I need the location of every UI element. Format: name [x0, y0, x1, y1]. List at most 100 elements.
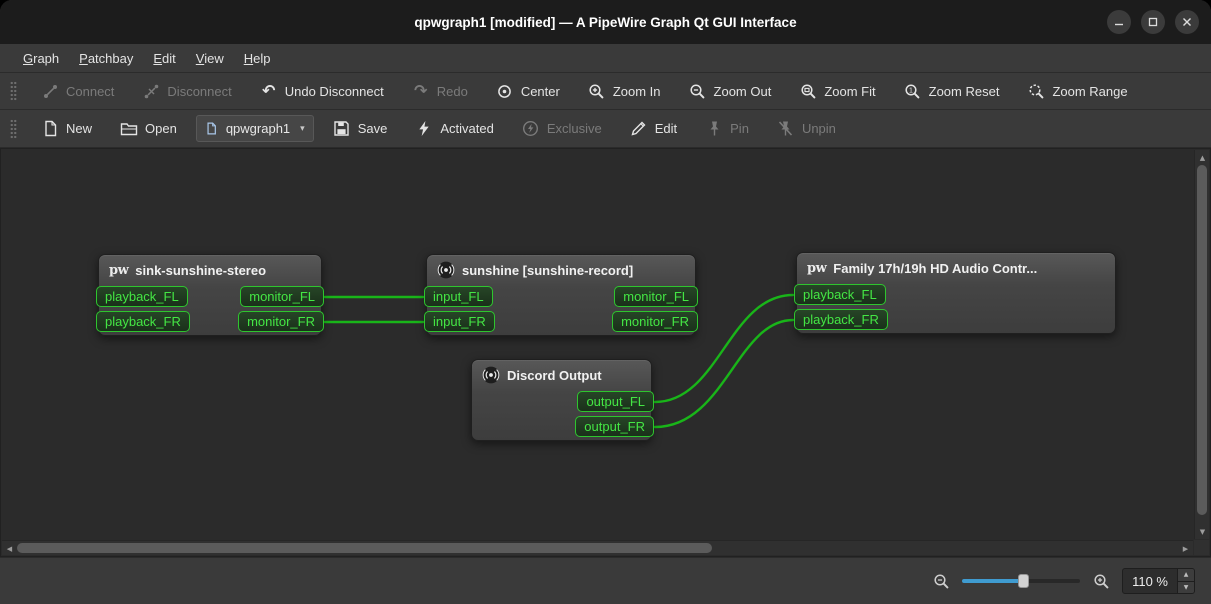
center-icon	[496, 82, 514, 100]
port-row: playback_FR monitor_FR	[96, 310, 324, 332]
redo-button[interactable]: ↷ Redo	[403, 77, 477, 105]
pin-button[interactable]: Pin	[696, 115, 758, 143]
activated-bolt-icon	[415, 120, 433, 138]
node-header: pw Family 17h/19h HD Audio Contr...	[797, 253, 1115, 283]
titlebar[interactable]: qpwgraph1 [modified] — A PipeWire Graph …	[0, 0, 1211, 44]
zoom-slider-handle[interactable]	[1018, 574, 1030, 588]
vertical-scrollbar[interactable]: ▲ ▼	[1194, 150, 1209, 539]
zoom-range-button[interactable]: Zoom Range	[1018, 77, 1136, 105]
port-monitor-fr[interactable]: monitor_FR	[238, 310, 324, 332]
zoom-in-magnifier-icon[interactable]	[1092, 572, 1110, 590]
patchbay-combobox[interactable]: qpwgraph1 ▾	[195, 115, 314, 142]
toolbar-drag-handle[interactable]	[10, 118, 17, 139]
horizontal-scrollbar-thumb[interactable]	[17, 543, 712, 553]
connect-button[interactable]: Connect	[32, 77, 123, 105]
horizontal-scrollbar[interactable]: ◀ ▶	[2, 540, 1193, 555]
unpin-icon	[777, 120, 795, 138]
menu-help[interactable]: Help	[235, 47, 280, 70]
patchbay-combobox-value: qpwgraph1	[225, 121, 291, 136]
port-monitor-fr[interactable]: monitor_FR	[612, 310, 698, 332]
port-playback-fr[interactable]: playback_FR	[96, 310, 190, 332]
edit-patchbay-button[interactable]: Edit	[621, 115, 686, 143]
undo-icon: ↶	[262, 81, 276, 100]
pipewire-icon: pw	[109, 262, 129, 278]
port-playback-fr[interactable]: playback_FR	[794, 308, 888, 330]
new-patchbay-button[interactable]: New	[32, 115, 101, 143]
graph-node-discord-output[interactable]: Discord Output output_FL output_FR	[469, 359, 654, 441]
open-patchbay-button[interactable]: Open	[111, 115, 186, 143]
exclusive-toggle-button[interactable]: Exclusive	[513, 115, 611, 143]
wire-output-fr-to-playback-fr[interactable]	[653, 318, 795, 429]
save-patchbay-button[interactable]: Save	[324, 115, 397, 143]
menu-edit[interactable]: Edit	[144, 47, 184, 70]
graph-node-family-hd-audio[interactable]: pw Family 17h/19h HD Audio Contr... play…	[794, 252, 1118, 334]
node-title: sunshine [sunshine-record]	[462, 262, 634, 278]
menu-graph[interactable]: Graph	[14, 47, 68, 70]
window-title: qpwgraph1 [modified] — A PipeWire Graph …	[414, 14, 797, 30]
port-input-fl[interactable]: input_FL	[424, 285, 493, 307]
port-row: output_FR	[469, 415, 654, 437]
save-icon	[333, 120, 351, 138]
zoom-reset-button[interactable]: 1 Zoom Reset	[895, 77, 1009, 105]
spin-down-icon[interactable]: ▼	[1178, 581, 1194, 593]
zoom-fit-button[interactable]: Zoom Fit	[790, 77, 884, 105]
undo-disconnect-button[interactable]: ↶ Undo Disconnect	[251, 77, 393, 105]
close-icon	[1183, 18, 1191, 26]
zoom-reset-icon: 1	[904, 82, 922, 100]
connection-wires	[323, 293, 795, 429]
speaker-icon	[482, 366, 500, 384]
scroll-down-arrow-icon[interactable]: ▼	[1195, 524, 1210, 539]
zoom-in-icon	[588, 82, 606, 100]
port-monitor-fl[interactable]: monitor_FL	[240, 285, 324, 307]
node-header: pw sink-sunshine-stereo	[99, 255, 321, 285]
zoom-out-magnifier-icon[interactable]	[932, 572, 950, 590]
node-title: Discord Output	[507, 367, 602, 383]
zoom-slider-fill	[962, 579, 1024, 583]
scroll-right-arrow-icon[interactable]: ▶	[1178, 541, 1193, 556]
port-playback-fl[interactable]: playback_FL	[794, 283, 886, 305]
port-row: input_FR monitor_FR	[424, 310, 698, 332]
statusbar: 110 % ▲ ▼	[0, 557, 1211, 604]
zoom-spinbox[interactable]: 110 % ▲ ▼	[1122, 568, 1195, 594]
scroll-up-arrow-icon[interactable]: ▲	[1195, 150, 1210, 165]
port-row: output_FL	[469, 390, 654, 412]
maximize-button[interactable]	[1141, 10, 1165, 34]
port-row: playback_FR	[794, 308, 1118, 330]
graph-canvas[interactable]: pw sink-sunshine-stereo playback_FL moni…	[0, 148, 1211, 557]
new-file-icon	[41, 120, 59, 138]
port-input-fr[interactable]: input_FR	[424, 310, 495, 332]
graph-toolbar: Connect Disconnect ↶ Undo Disconnect ↷ R…	[0, 73, 1211, 110]
spin-up-icon[interactable]: ▲	[1178, 569, 1194, 582]
toolbar-drag-handle[interactable]	[10, 81, 17, 101]
zoom-out-button[interactable]: Zoom Out	[680, 77, 781, 105]
scroll-left-arrow-icon[interactable]: ◀	[2, 541, 17, 556]
zoom-range-icon	[1027, 82, 1045, 100]
vertical-scrollbar-thumb[interactable]	[1197, 165, 1207, 515]
connect-icon	[41, 82, 59, 100]
zoom-slider[interactable]	[962, 574, 1081, 588]
node-header: sunshine [sunshine-record]	[427, 255, 695, 285]
zoom-in-button[interactable]: Zoom In	[579, 77, 670, 105]
minimize-icon	[1115, 23, 1123, 26]
zoom-value[interactable]: 110 %	[1123, 569, 1177, 593]
graph-node-sink-sunshine-stereo[interactable]: pw sink-sunshine-stereo playback_FL moni…	[96, 254, 324, 336]
center-button[interactable]: Center	[487, 77, 569, 105]
port-output-fr[interactable]: output_FR	[575, 415, 654, 437]
port-playback-fl[interactable]: playback_FL	[96, 285, 188, 307]
unpin-button[interactable]: Unpin	[768, 115, 845, 143]
minimize-button[interactable]	[1107, 10, 1131, 34]
port-monitor-fl[interactable]: monitor_FL	[614, 285, 698, 307]
disconnect-button[interactable]: Disconnect	[133, 77, 240, 105]
node-header: Discord Output	[472, 360, 651, 390]
menu-view[interactable]: View	[187, 47, 233, 70]
graph-node-sunshine[interactable]: sunshine [sunshine-record] input_FL moni…	[424, 254, 698, 336]
port-row: input_FL monitor_FL	[424, 285, 698, 307]
activated-toggle-button[interactable]: Activated	[406, 115, 502, 143]
patchbay-toolbar: New Open qpwgraph1 ▾ Save Activated Excl…	[0, 110, 1211, 148]
zoom-out-icon	[689, 82, 707, 100]
exclusive-icon	[522, 120, 540, 138]
port-output-fl[interactable]: output_FL	[577, 390, 654, 412]
menu-patchbay[interactable]: Patchbay	[70, 47, 142, 70]
close-button[interactable]	[1175, 10, 1199, 34]
pin-icon	[705, 120, 723, 138]
